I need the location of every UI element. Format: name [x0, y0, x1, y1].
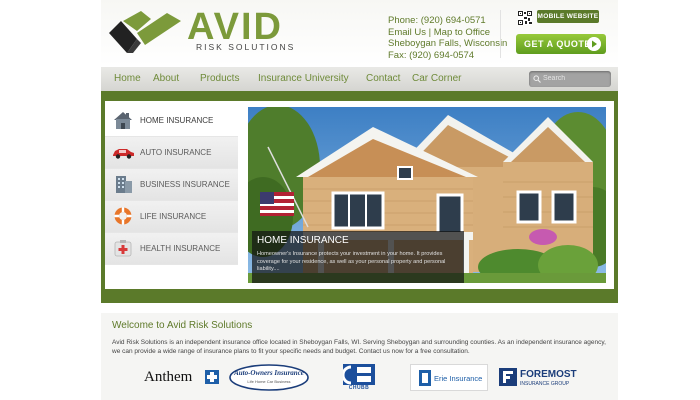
nav-products[interactable]: Products — [200, 73, 239, 84]
search-icon[interactable] — [533, 75, 541, 83]
welcome-section: Welcome to Avid Risk Solutions Avid Risk… — [101, 313, 618, 400]
phone-number[interactable]: Phone: (920) 694-0571 — [388, 15, 507, 27]
anthem-logo-text: Anthem — [144, 369, 193, 385]
menu-item-health-insurance[interactable]: HEALTH INSURANCE — [105, 233, 238, 265]
anthem-cross-icon — [205, 370, 219, 384]
main-nav: Home About Products Insurance University… — [101, 67, 618, 91]
welcome-title: Welcome to Avid Risk Solutions — [112, 320, 253, 331]
menu-label-health-insurance: HEALTH INSURANCE — [140, 244, 221, 253]
car-icon — [113, 149, 134, 159]
menu-item-home-insurance[interactable]: HOME INSURANCE — [105, 105, 238, 137]
auto-owners-tagline: Life Home Car Business — [247, 379, 291, 384]
nav-insurance-university[interactable]: Insurance University — [258, 73, 349, 84]
menu-item-auto-insurance[interactable]: AUTO INSURANCE — [105, 137, 238, 169]
get-a-quote-button[interactable]: GET A QUOTE — [516, 34, 606, 54]
qr-code-icon[interactable] — [518, 11, 532, 25]
erie-logo-text: Erie Insurance — [434, 374, 483, 383]
menu-item-life-insurance[interactable]: LIFE INSURANCE — [105, 201, 238, 233]
nav-car-corner[interactable]: Car Corner — [412, 73, 461, 84]
nav-contact[interactable]: Contact — [366, 73, 400, 84]
brand-tagline: RISK SOLUTIONS — [196, 42, 296, 52]
search-box — [529, 71, 611, 87]
home-insurance-banner[interactable]: HOME INSURANCE Homeowner's Insurance pro… — [248, 107, 606, 283]
email-map-links[interactable]: Email Us | Map to Office — [388, 27, 507, 39]
mobile-website-button[interactable]: MOBILE WEBSITE — [537, 10, 599, 23]
header-divider — [500, 10, 501, 58]
partner-erie[interactable]: Erie Insurance — [410, 364, 488, 391]
house-icon — [114, 112, 132, 129]
location-text: Sheboygan Falls, Wisconsin — [388, 38, 508, 49]
partner-anthem[interactable]: Anthem — [141, 364, 221, 391]
hero-panel: HOME INSURANCE AUTO INSURANCE BUSINESS I… — [105, 101, 614, 289]
search-input[interactable] — [543, 72, 607, 85]
building-icon — [116, 176, 132, 193]
partner-foremost[interactable]: FOREMOST INSURANCE GROUP — [499, 364, 579, 391]
menu-label-auto-insurance: AUTO INSURANCE — [140, 148, 212, 157]
insurance-menu: HOME INSURANCE AUTO INSURANCE BUSINESS I… — [105, 105, 238, 265]
fax-number: Fax: (920) 694-0574 — [388, 49, 475, 61]
caption-title: HOME INSURANCE — [257, 235, 349, 246]
nav-about[interactable]: About — [153, 73, 179, 84]
hero-band: HOME INSURANCE AUTO INSURANCE BUSINESS I… — [101, 91, 618, 303]
banner-caption: HOME INSURANCE Homeowner's Insurance pro… — [252, 231, 464, 283]
site-header: AVID RISK SOLUTIONS Phone: (920) 694-057… — [101, 0, 618, 66]
avid-logo-icon[interactable] — [107, 9, 183, 55]
erie-logo-icon — [419, 370, 431, 386]
menu-label-home-insurance: HOME INSURANCE — [140, 116, 214, 125]
auto-owners-logo-text: Auto-Owners Insurance — [234, 369, 304, 377]
brand-name: AVID — [187, 6, 283, 48]
caption-text: Homeowner's Insurance protects your inve… — [257, 251, 446, 272]
welcome-text: Avid Risk Solutions is an independent in… — [112, 339, 606, 355]
contact-block: Phone: (920) 694-0571 Email Us | Map to … — [388, 15, 507, 61]
page: AVID RISK SOLUTIONS Phone: (920) 694-057… — [101, 0, 618, 400]
foremost-tagline: INSURANCE GROUP — [520, 381, 570, 387]
foremost-logo-text: FOREMOST — [520, 369, 577, 380]
menu-item-business-insurance[interactable]: BUSINESS INSURANCE — [105, 169, 238, 201]
nav-home[interactable]: Home — [114, 73, 141, 84]
life-ring-icon — [114, 207, 132, 225]
partner-auto-owners[interactable]: Auto-Owners Insurance Life Home Car Busi… — [229, 364, 309, 391]
menu-label-life-insurance: LIFE INSURANCE — [140, 212, 207, 221]
medical-kit-icon — [114, 240, 132, 257]
menu-label-business-insurance: BUSINESS INSURANCE — [140, 180, 230, 189]
chubb-logo-text: CHUBB — [348, 385, 370, 391]
foremost-f-icon — [499, 368, 517, 386]
arrow-right-icon — [587, 37, 601, 51]
get-a-quote-label: GET A QUOTE — [524, 39, 591, 49]
partner-chubb[interactable]: CHUBB — [343, 364, 375, 391]
